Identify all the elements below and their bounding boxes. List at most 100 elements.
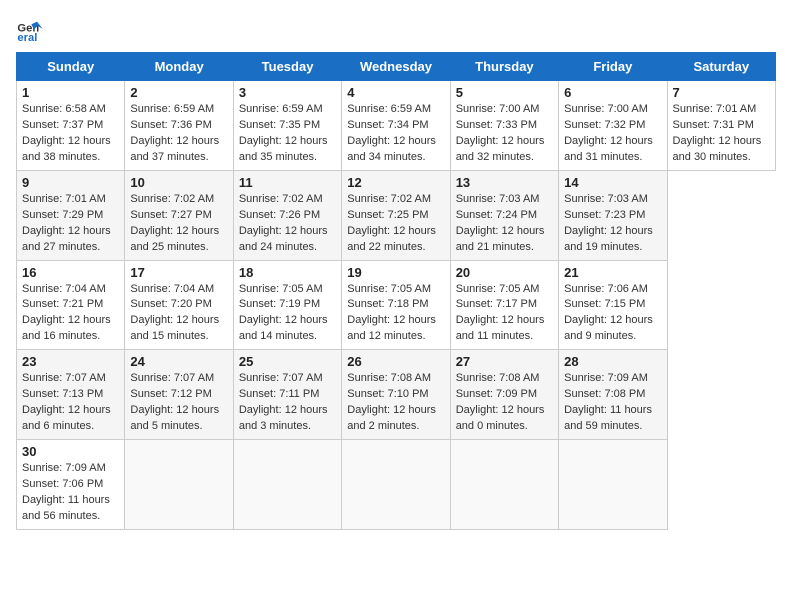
- day-number: 10: [130, 175, 227, 190]
- day-cell-18: 18 Sunrise: 7:05 AM Sunset: 7:19 PM Dayl…: [233, 260, 341, 350]
- day-number: 30: [22, 444, 119, 459]
- dow-header-sunday: Sunday: [17, 53, 125, 81]
- day-number: 17: [130, 265, 227, 280]
- calendar-week-1: 1 Sunrise: 6:58 AM Sunset: 7:37 PM Dayli…: [17, 81, 776, 171]
- day-cell-14: 14 Sunrise: 7:03 AM Sunset: 7:23 PM Dayl…: [559, 170, 667, 260]
- calendar-body: 1 Sunrise: 6:58 AM Sunset: 7:37 PM Dayli…: [17, 81, 776, 530]
- day-info: Sunrise: 7:01 AM Sunset: 7:29 PM Dayligh…: [22, 192, 119, 256]
- day-info: Sunrise: 6:59 AM Sunset: 7:36 PM Dayligh…: [130, 102, 227, 166]
- empty-cell: [559, 440, 667, 530]
- day-info: Sunrise: 7:07 AM Sunset: 7:11 PM Dayligh…: [239, 371, 336, 435]
- day-cell-10: 10 Sunrise: 7:02 AM Sunset: 7:27 PM Dayl…: [125, 170, 233, 260]
- day-cell-3: 3 Sunrise: 6:59 AM Sunset: 7:35 PM Dayli…: [233, 81, 341, 171]
- logo: Gen eral: [16, 16, 48, 44]
- day-info: Sunrise: 6:59 AM Sunset: 7:35 PM Dayligh…: [239, 102, 336, 166]
- day-number: 25: [239, 354, 336, 369]
- day-number: 28: [564, 354, 661, 369]
- day-cell-1: 1 Sunrise: 6:58 AM Sunset: 7:37 PM Dayli…: [17, 81, 125, 171]
- day-cell-6: 6 Sunrise: 7:00 AM Sunset: 7:32 PM Dayli…: [559, 81, 667, 171]
- day-cell-11: 11 Sunrise: 7:02 AM Sunset: 7:26 PM Dayl…: [233, 170, 341, 260]
- day-cell-19: 19 Sunrise: 7:05 AM Sunset: 7:18 PM Dayl…: [342, 260, 450, 350]
- page-header: Gen eral: [16, 16, 776, 44]
- day-info: Sunrise: 7:07 AM Sunset: 7:12 PM Dayligh…: [130, 371, 227, 435]
- day-cell-20: 20 Sunrise: 7:05 AM Sunset: 7:17 PM Dayl…: [450, 260, 558, 350]
- day-number: 20: [456, 265, 553, 280]
- day-number: 13: [456, 175, 553, 190]
- day-info: Sunrise: 7:05 AM Sunset: 7:18 PM Dayligh…: [347, 282, 444, 346]
- day-info: Sunrise: 7:08 AM Sunset: 7:09 PM Dayligh…: [456, 371, 553, 435]
- day-number: 27: [456, 354, 553, 369]
- day-cell-30: 30 Sunrise: 7:09 AM Sunset: 7:06 PM Dayl…: [17, 440, 125, 530]
- day-cell-27: 27 Sunrise: 7:08 AM Sunset: 7:09 PM Dayl…: [450, 350, 558, 440]
- day-info: Sunrise: 7:02 AM Sunset: 7:27 PM Dayligh…: [130, 192, 227, 256]
- dow-header-monday: Monday: [125, 53, 233, 81]
- calendar-week-2: 9 Sunrise: 7:01 AM Sunset: 7:29 PM Dayli…: [17, 170, 776, 260]
- day-number: 18: [239, 265, 336, 280]
- empty-cell: [342, 440, 450, 530]
- day-number: 9: [22, 175, 119, 190]
- calendar-week-3: 16 Sunrise: 7:04 AM Sunset: 7:21 PM Dayl…: [17, 260, 776, 350]
- day-number: 12: [347, 175, 444, 190]
- dow-header-wednesday: Wednesday: [342, 53, 450, 81]
- day-number: 14: [564, 175, 661, 190]
- dow-header-saturday: Saturday: [667, 53, 775, 81]
- day-cell-26: 26 Sunrise: 7:08 AM Sunset: 7:10 PM Dayl…: [342, 350, 450, 440]
- day-number: 1: [22, 85, 119, 100]
- day-number: 11: [239, 175, 336, 190]
- day-info: Sunrise: 7:03 AM Sunset: 7:23 PM Dayligh…: [564, 192, 661, 256]
- day-info: Sunrise: 7:02 AM Sunset: 7:25 PM Dayligh…: [347, 192, 444, 256]
- dow-header-tuesday: Tuesday: [233, 53, 341, 81]
- day-number: 23: [22, 354, 119, 369]
- day-info: Sunrise: 7:01 AM Sunset: 7:31 PM Dayligh…: [673, 102, 770, 166]
- day-cell-5: 5 Sunrise: 7:00 AM Sunset: 7:33 PM Dayli…: [450, 81, 558, 171]
- day-cell-16: 16 Sunrise: 7:04 AM Sunset: 7:21 PM Dayl…: [17, 260, 125, 350]
- day-number: 26: [347, 354, 444, 369]
- day-number: 16: [22, 265, 119, 280]
- day-number: 7: [673, 85, 770, 100]
- day-number: 3: [239, 85, 336, 100]
- day-info: Sunrise: 7:00 AM Sunset: 7:33 PM Dayligh…: [456, 102, 553, 166]
- calendar-week-4: 23 Sunrise: 7:07 AM Sunset: 7:13 PM Dayl…: [17, 350, 776, 440]
- day-number: 24: [130, 354, 227, 369]
- dow-header-friday: Friday: [559, 53, 667, 81]
- day-info: Sunrise: 7:08 AM Sunset: 7:10 PM Dayligh…: [347, 371, 444, 435]
- day-cell-4: 4 Sunrise: 6:59 AM Sunset: 7:34 PM Dayli…: [342, 81, 450, 171]
- day-cell-28: 28 Sunrise: 7:09 AM Sunset: 7:08 PM Dayl…: [559, 350, 667, 440]
- day-number: 4: [347, 85, 444, 100]
- calendar-table: SundayMondayTuesdayWednesdayThursdayFrid…: [16, 52, 776, 530]
- day-cell-12: 12 Sunrise: 7:02 AM Sunset: 7:25 PM Dayl…: [342, 170, 450, 260]
- day-cell-23: 23 Sunrise: 7:07 AM Sunset: 7:13 PM Dayl…: [17, 350, 125, 440]
- day-info: Sunrise: 7:04 AM Sunset: 7:20 PM Dayligh…: [130, 282, 227, 346]
- day-cell-9: 9 Sunrise: 7:01 AM Sunset: 7:29 PM Dayli…: [17, 170, 125, 260]
- day-number: 5: [456, 85, 553, 100]
- day-cell-13: 13 Sunrise: 7:03 AM Sunset: 7:24 PM Dayl…: [450, 170, 558, 260]
- empty-cell: [450, 440, 558, 530]
- day-info: Sunrise: 7:03 AM Sunset: 7:24 PM Dayligh…: [456, 192, 553, 256]
- day-info: Sunrise: 7:09 AM Sunset: 7:06 PM Dayligh…: [22, 461, 119, 525]
- day-cell-17: 17 Sunrise: 7:04 AM Sunset: 7:20 PM Dayl…: [125, 260, 233, 350]
- day-number: 21: [564, 265, 661, 280]
- day-info: Sunrise: 7:05 AM Sunset: 7:17 PM Dayligh…: [456, 282, 553, 346]
- logo-icon: Gen eral: [16, 16, 44, 44]
- day-info: Sunrise: 7:04 AM Sunset: 7:21 PM Dayligh…: [22, 282, 119, 346]
- day-cell-25: 25 Sunrise: 7:07 AM Sunset: 7:11 PM Dayl…: [233, 350, 341, 440]
- day-info: Sunrise: 7:09 AM Sunset: 7:08 PM Dayligh…: [564, 371, 661, 435]
- day-cell-24: 24 Sunrise: 7:07 AM Sunset: 7:12 PM Dayl…: [125, 350, 233, 440]
- day-info: Sunrise: 6:58 AM Sunset: 7:37 PM Dayligh…: [22, 102, 119, 166]
- dow-header-thursday: Thursday: [450, 53, 558, 81]
- day-info: Sunrise: 6:59 AM Sunset: 7:34 PM Dayligh…: [347, 102, 444, 166]
- day-cell-21: 21 Sunrise: 7:06 AM Sunset: 7:15 PM Dayl…: [559, 260, 667, 350]
- days-of-week-row: SundayMondayTuesdayWednesdayThursdayFrid…: [17, 53, 776, 81]
- day-number: 2: [130, 85, 227, 100]
- svg-text:eral: eral: [17, 32, 37, 44]
- day-number: 19: [347, 265, 444, 280]
- day-cell-7: 7 Sunrise: 7:01 AM Sunset: 7:31 PM Dayli…: [667, 81, 775, 171]
- empty-cell: [233, 440, 341, 530]
- day-info: Sunrise: 7:07 AM Sunset: 7:13 PM Dayligh…: [22, 371, 119, 435]
- day-number: 6: [564, 85, 661, 100]
- day-info: Sunrise: 7:05 AM Sunset: 7:19 PM Dayligh…: [239, 282, 336, 346]
- day-cell-2: 2 Sunrise: 6:59 AM Sunset: 7:36 PM Dayli…: [125, 81, 233, 171]
- day-info: Sunrise: 7:00 AM Sunset: 7:32 PM Dayligh…: [564, 102, 661, 166]
- empty-cell: [125, 440, 233, 530]
- day-info: Sunrise: 7:02 AM Sunset: 7:26 PM Dayligh…: [239, 192, 336, 256]
